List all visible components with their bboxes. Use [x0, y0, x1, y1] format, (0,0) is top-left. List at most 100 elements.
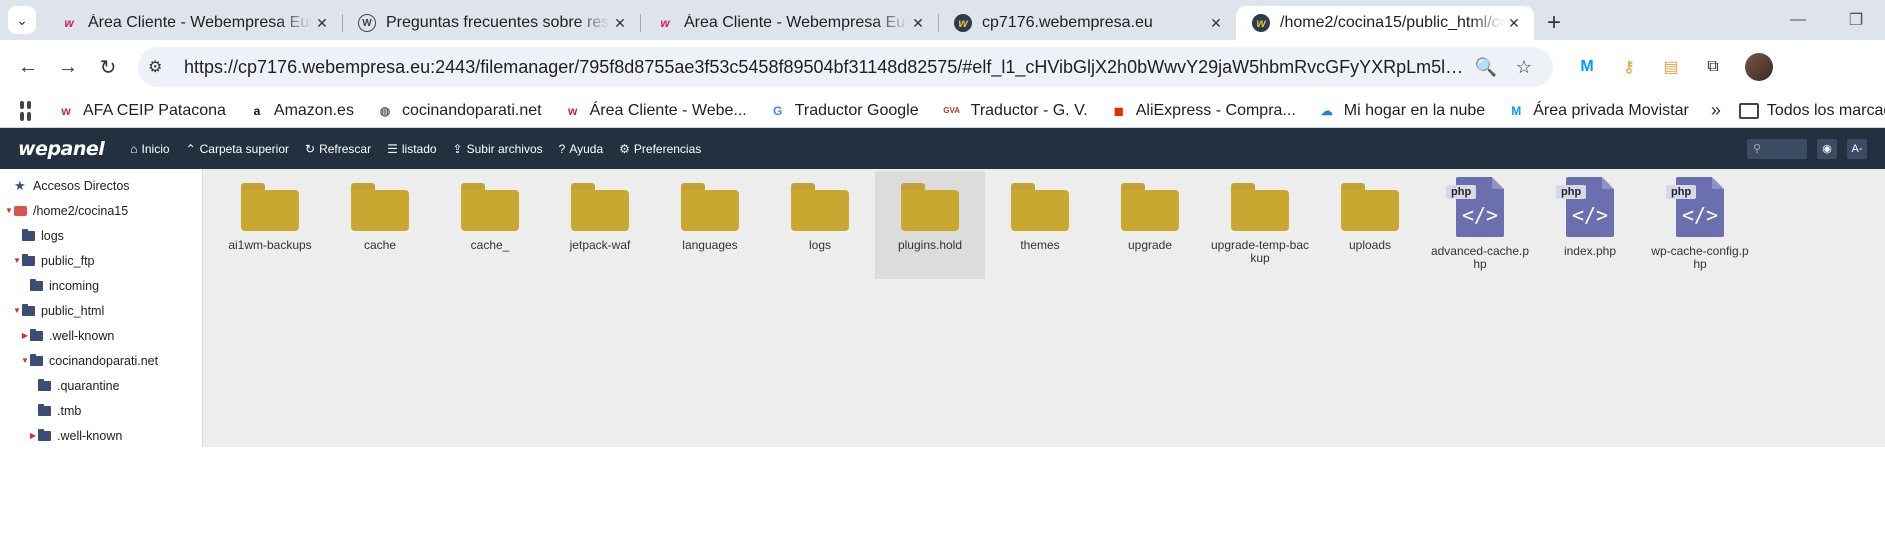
- bookmark-item[interactable]: M Área privada Movistar: [1507, 102, 1689, 120]
- puzzle-icon[interactable]: ⧉: [1699, 53, 1727, 81]
- folder-item[interactable]: uploads: [1315, 171, 1425, 279]
- bookmark-icon: ◼: [1113, 103, 1124, 118]
- tree-node[interactable]: ▶ .well-known: [0, 323, 202, 348]
- tree-node[interactable]: .quarantine: [0, 373, 202, 398]
- folder-item[interactable]: jetpack-waf: [545, 171, 655, 279]
- url-text[interactable]: https://cp7176.webempresa.eu:2443/filema…: [176, 57, 1467, 78]
- tab-4[interactable]: w/home2/cocina15/public_html/cocinandopa…: [1236, 6, 1534, 40]
- list-view-button[interactable]: ☰ listado: [387, 142, 436, 156]
- tree-expand-arrow-icon[interactable]: ▼: [20, 356, 30, 365]
- key-extension-icon[interactable]: ⚷: [1615, 53, 1643, 81]
- file-item[interactable]: php </> index.php: [1535, 171, 1645, 279]
- chevron-down-icon[interactable]: ⌄: [8, 6, 36, 34]
- tab-0[interactable]: w Área Cliente - Webempresa Europa✕: [44, 6, 342, 40]
- forward-icon[interactable]: →: [48, 47, 88, 87]
- parent-folder-button-label: Carpeta superior: [199, 141, 290, 156]
- refresh-button[interactable]: ↻ Refrescar: [305, 142, 371, 156]
- zoom-icon[interactable]: 🔍: [1467, 57, 1505, 78]
- tab-3[interactable]: w cp7176.webempresa.eu ✕: [938, 6, 1236, 40]
- address-bar[interactable]: ⚙ https://cp7176.webempresa.eu:2443/file…: [138, 47, 1553, 87]
- tree-node[interactable]: .tmb: [0, 398, 202, 423]
- restore-icon[interactable]: ❐: [1827, 0, 1885, 40]
- font-size-toggle[interactable]: A-: [1847, 138, 1867, 159]
- eye-icon[interactable]: ◉: [1817, 138, 1837, 159]
- help-button[interactable]: ? Ayuda: [559, 142, 604, 156]
- folder-item[interactable]: upgrade-temp-backup: [1205, 171, 1315, 279]
- new-tab-button[interactable]: +: [1534, 6, 1574, 40]
- bookmark-item[interactable]: ◼ AliExpress - Compra...: [1110, 102, 1296, 120]
- profile-avatar[interactable]: [1745, 53, 1773, 81]
- tab-favicon: W: [358, 14, 376, 32]
- apps-grid-icon[interactable]: [20, 100, 31, 121]
- bookmark-item[interactable]: ☁ Mi hogar en la nube: [1318, 102, 1485, 120]
- site-info-icon[interactable]: ⚙: [148, 57, 176, 77]
- home-button[interactable]: ⌂ Inicio: [130, 142, 169, 156]
- bookmark-item[interactable]: G Traductor Google: [769, 102, 919, 120]
- tab-search-menu[interactable]: ⌄: [0, 0, 44, 40]
- folder-icon: [38, 403, 51, 416]
- folder-item[interactable]: cache_: [435, 171, 545, 279]
- more-bookmarks-icon[interactable]: »: [1711, 100, 1721, 121]
- preferences-button[interactable]: ⚙ Preferencias: [619, 142, 701, 156]
- tab-close-icon[interactable]: ✕: [908, 15, 928, 32]
- folder-icon: [30, 278, 43, 291]
- tab-1[interactable]: W Preguntas frecuentes sobre restaurar✕: [342, 6, 640, 40]
- folder-item[interactable]: plugins.hold: [875, 171, 985, 279]
- file-label: jetpack-waf: [569, 238, 631, 252]
- minimize-icon[interactable]: —: [1769, 0, 1827, 40]
- file-label: cache_: [470, 238, 510, 252]
- folder-item[interactable]: themes: [985, 171, 1095, 279]
- tree-node-label: logs: [41, 228, 64, 243]
- tree-node[interactable]: ▼ public_html: [0, 298, 202, 323]
- tab-2[interactable]: w Área Cliente - Webempresa Europa✕: [640, 6, 938, 40]
- tree-node[interactable]: ▼ cocinandoparati.net: [0, 348, 202, 373]
- folder-item[interactable]: logs: [765, 171, 875, 279]
- tab-close-icon[interactable]: ✕: [1206, 15, 1226, 32]
- tree-expand-arrow-icon[interactable]: ▼: [4, 206, 14, 215]
- file-item[interactable]: php </> wp-cache-config.php: [1645, 171, 1755, 279]
- parent-folder-button[interactable]: ⌃ Carpeta superior: [186, 142, 289, 156]
- bookmark-item[interactable]: w Área Cliente - Webe...: [564, 102, 747, 120]
- file-item[interactable]: php </> advanced-cache.php: [1425, 171, 1535, 279]
- tree-node[interactable]: incoming: [0, 273, 202, 298]
- php-file-icon: php </>: [1446, 177, 1504, 237]
- file-search-input[interactable]: ⚲: [1747, 138, 1807, 159]
- reload-icon[interactable]: ↻: [88, 47, 128, 87]
- bookmark-star-icon[interactable]: ☆: [1505, 57, 1543, 78]
- list-view-button-label: listado: [401, 141, 437, 156]
- browser-toolbar: ← → ↻ ⚙ https://cp7176.webempresa.eu:244…: [0, 40, 1885, 94]
- folder-item[interactable]: cache: [325, 171, 435, 279]
- tab-title: Área Cliente - Webempresa Europa: [88, 14, 312, 31]
- refresh-icon: ↻: [305, 141, 316, 156]
- all-bookmarks-button[interactable]: Todos los marcadores: [1738, 102, 1885, 120]
- tree-expand-arrow-icon[interactable]: ▼: [12, 256, 22, 265]
- file-label: ai1wm-backups: [228, 238, 312, 252]
- bookmark-item[interactable]: w AFA CEIP Patacona: [57, 102, 226, 120]
- notes-extension-icon[interactable]: ▤: [1657, 53, 1685, 81]
- back-icon[interactable]: ←: [8, 47, 48, 87]
- upload-button[interactable]: ⇪ Subir archivos: [453, 142, 543, 156]
- bookmark-item[interactable]: a Amazon.es: [248, 102, 354, 120]
- bookmark-label: cocinandoparati.net: [401, 101, 542, 119]
- tab-close-icon[interactable]: ✕: [610, 15, 630, 32]
- tree-expand-arrow-icon[interactable]: ▼: [12, 306, 22, 315]
- folder-item[interactable]: upgrade: [1095, 171, 1205, 279]
- tab-close-icon[interactable]: ✕: [1504, 15, 1524, 32]
- tree-node-label: incoming: [49, 278, 100, 293]
- bookmark-item[interactable]: ◍ cocinandoparati.net: [376, 102, 542, 120]
- tab-close-icon[interactable]: ✕: [312, 15, 332, 32]
- tree-node[interactable]: ▼ public_ftp: [0, 248, 202, 273]
- tree-node[interactable]: logs: [0, 223, 202, 248]
- tree-node[interactable]: ★ Accesos Directos: [0, 173, 202, 198]
- bookmark-icon: G: [773, 103, 783, 118]
- file-label: plugins.hold: [897, 238, 963, 252]
- tree-node[interactable]: ▼ /home2/cocina15: [0, 198, 202, 223]
- tree-expand-arrow-icon[interactable]: ▶: [20, 331, 30, 340]
- tree-expand-arrow-icon[interactable]: ▶: [28, 431, 38, 440]
- folder-icon: [791, 183, 849, 231]
- folder-item[interactable]: languages: [655, 171, 765, 279]
- movistar-extension-icon[interactable]: M: [1573, 53, 1601, 81]
- bookmark-item[interactable]: GVA Traductor - G. V.: [941, 102, 1087, 120]
- folder-item[interactable]: ai1wm-backups: [215, 171, 325, 279]
- tree-node[interactable]: ▶ .well-known: [0, 423, 202, 447]
